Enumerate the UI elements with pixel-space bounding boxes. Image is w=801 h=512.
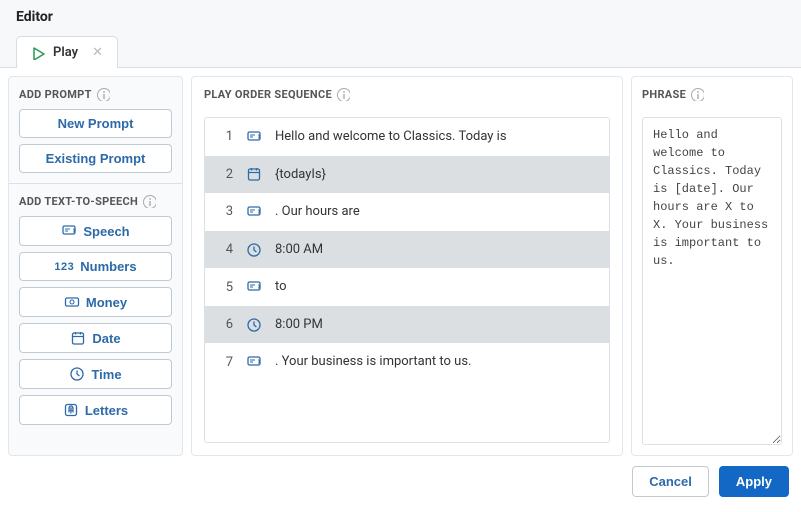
time-icon (69, 366, 85, 382)
time-button[interactable]: Time (19, 359, 172, 389)
existing-prompt-label: Existing Prompt (46, 151, 146, 166)
sequence-row[interactable]: 1 Hello and welcome to Classics. Today is (205, 118, 609, 156)
divider (9, 183, 182, 184)
date-icon (245, 166, 263, 182)
letters-icon (63, 402, 79, 418)
sequence-text: to (275, 278, 599, 296)
money-label: Money (86, 295, 127, 310)
info-icon[interactable] (690, 87, 704, 101)
new-prompt-button[interactable]: New Prompt (19, 109, 172, 138)
numbers-icon: 123 (54, 261, 74, 273)
sequence-row[interactable]: 6 8:00 PM (205, 306, 609, 344)
sequence-text: {todayIs} (275, 166, 599, 184)
play-icon (31, 45, 45, 60)
sequence-number: 3 (215, 204, 233, 219)
sequence-row[interactable]: 4 8:00 AM (205, 231, 609, 269)
date-icon (70, 330, 86, 346)
sequence-text: 8:00 AM (275, 241, 599, 259)
apply-button[interactable]: Apply (719, 466, 789, 497)
phrase-panel: PHRASE Hello and welcome to Classics. To… (631, 76, 793, 456)
sequence-number: 1 (215, 129, 233, 144)
sequence-number: 2 (215, 167, 233, 182)
phrase-header-text: PHRASE (642, 88, 686, 101)
editor-header: Editor Play ✕ (0, 0, 801, 68)
new-prompt-label: New Prompt (58, 116, 134, 131)
tab-play[interactable]: Play ✕ (16, 36, 118, 68)
close-icon[interactable]: ✕ (92, 45, 103, 60)
letters-label: Letters (85, 403, 128, 418)
speech-icon (245, 279, 263, 295)
sidebar: ADD PROMPT New Prompt Existing Prompt AD… (8, 76, 183, 456)
sequence-header: PLAY ORDER SEQUENCE (204, 87, 610, 101)
sequence-text: . Our hours are (275, 203, 599, 221)
sequence-text: . Your business is important to us. (275, 353, 599, 371)
numbers-label: Numbers (80, 259, 136, 274)
speech-icon (61, 223, 77, 239)
date-button[interactable]: Date (19, 323, 172, 353)
cancel-button[interactable]: Cancel (632, 466, 709, 497)
sequence-number: 6 (215, 317, 233, 332)
speech-icon (245, 354, 263, 370)
sequence-panel: PLAY ORDER SEQUENCE 1 Hello and welcome t… (191, 76, 623, 456)
sequence-row[interactable]: 7 . Your business is important to us. (205, 343, 609, 381)
main-area: ADD PROMPT New Prompt Existing Prompt AD… (0, 68, 801, 456)
date-label: Date (92, 331, 120, 346)
speech-button[interactable]: Speech (19, 216, 172, 246)
add-prompt-header-text: ADD PROMPT (19, 88, 92, 101)
time-icon (245, 242, 263, 258)
phrase-header: PHRASE (642, 87, 782, 101)
time-icon (245, 317, 263, 333)
sequence-row[interactable]: 5 to (205, 268, 609, 306)
add-tts-header-text: ADD TEXT-TO-SPEECH (19, 195, 138, 208)
speech-icon (245, 204, 263, 220)
letters-button[interactable]: Letters (19, 395, 172, 425)
phrase-text[interactable]: Hello and welcome to Classics. Today is … (642, 117, 782, 445)
tabs-row: Play ✕ (16, 35, 785, 67)
add-prompt-header: ADD PROMPT (19, 87, 172, 101)
sequence-number: 4 (215, 242, 233, 257)
editor-title: Editor (16, 0, 785, 33)
time-label: Time (91, 367, 121, 382)
sequence-number: 7 (215, 355, 233, 370)
speech-icon (245, 129, 263, 145)
money-icon (64, 294, 80, 310)
numbers-button[interactable]: 123 Numbers (19, 252, 172, 281)
sequence-row[interactable]: 2 {todayIs} (205, 156, 609, 194)
add-tts-header: ADD TEXT-TO-SPEECH (19, 194, 172, 208)
tab-label: Play (53, 45, 78, 60)
info-icon[interactable] (96, 87, 110, 101)
sequence-number: 5 (215, 280, 233, 295)
info-icon[interactable] (142, 194, 156, 208)
sequence-header-text: PLAY ORDER SEQUENCE (204, 88, 332, 101)
speech-label: Speech (83, 224, 129, 239)
sequence-row[interactable]: 3 . Our hours are (205, 193, 609, 231)
money-button[interactable]: Money (19, 287, 172, 317)
footer: Cancel Apply (0, 456, 801, 509)
sequence-box: 1 Hello and welcome to Classics. Today is… (204, 117, 610, 443)
sequence-text: Hello and welcome to Classics. Today is (275, 128, 599, 146)
sequence-text: 8:00 PM (275, 316, 599, 334)
existing-prompt-button[interactable]: Existing Prompt (19, 144, 172, 173)
info-icon[interactable] (336, 87, 350, 101)
